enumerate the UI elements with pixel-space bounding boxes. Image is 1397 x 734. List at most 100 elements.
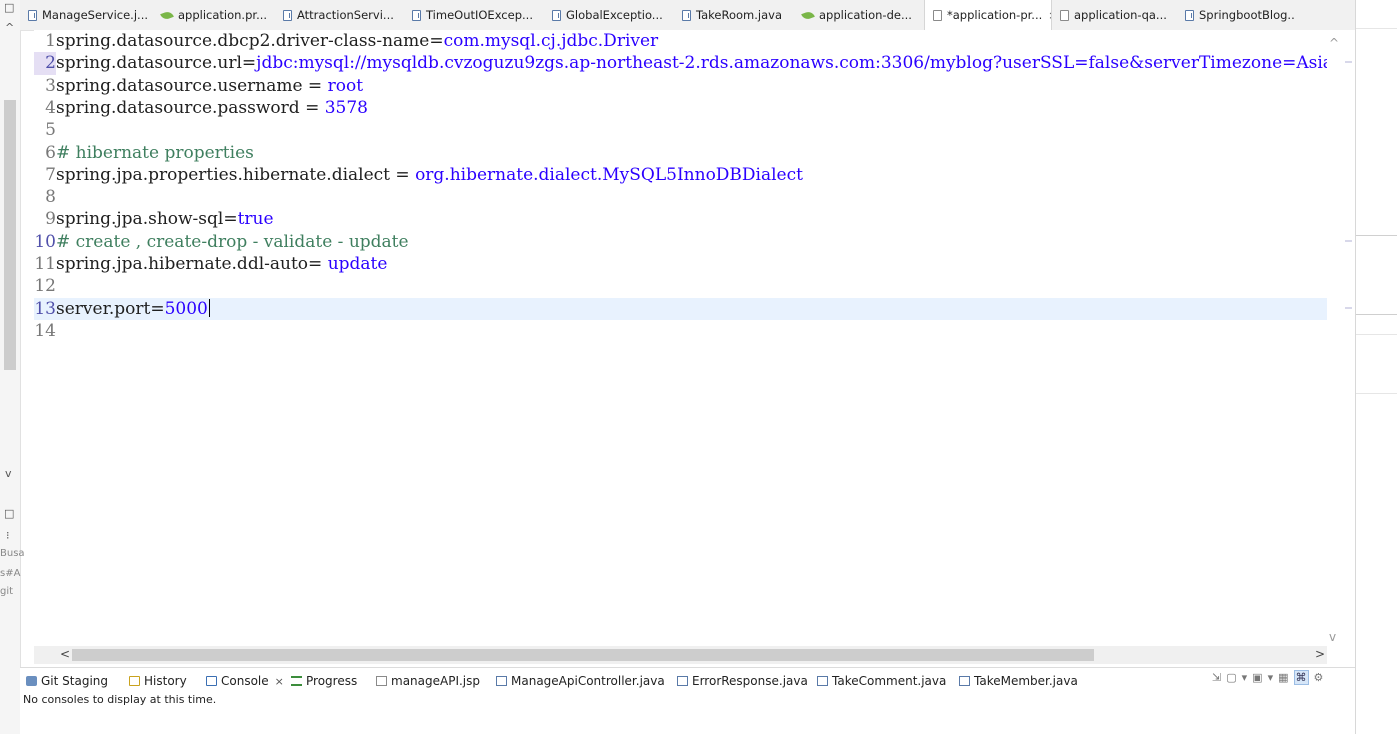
left-view-strip: □ ^ v □ ⁝ Busa s#A git [0,0,25,734]
ruler-marker[interactable] [1345,240,1352,242]
ruler-up-arrow[interactable]: ^ [1329,36,1339,50]
ruler-marker[interactable] [1345,307,1352,309]
scroll-right-arrow[interactable]: > [1315,647,1325,661]
bottom-tab[interactable]: Console × [200,668,285,694]
editor-line[interactable]: 8 [34,186,1327,208]
bottom-tab-label: Git Staging [41,674,109,688]
maximize-view-icon[interactable]: □ [4,2,14,14]
open-console-icon[interactable]: ▣ [1252,671,1262,684]
editor-tab[interactable]: application-qa... [1052,0,1177,30]
editor-line[interactable]: 1 spring.datasource.dbcp2.driver-class-na… [34,30,1327,52]
console-area[interactable] [20,693,1355,734]
bottom-tab[interactable]: TakeMember.java [953,668,1078,694]
bottom-tab-label: Console [221,674,269,688]
property-value: update [327,254,388,274]
property-key: spring.jpa.properties.hibernate.dialect … [56,164,416,185]
java-file-icon [959,676,970,686]
scroll-up-arrow[interactable]: ^ [5,22,14,34]
editor-tab[interactable]: AttractionServi... [275,0,404,30]
editor-line[interactable]: 3 spring.datasource.username = root [34,75,1327,97]
editor-tab-label: application-de... [819,8,912,22]
line-text: # create , create-drop - validate - upda… [56,231,409,253]
ruler-down-arrow[interactable]: v [1329,630,1336,644]
bottom-tab[interactable]: ErrorResponse.java [671,668,811,694]
editor-line[interactable]: 4 spring.datasource.password = 3578 [34,97,1327,119]
editor-line[interactable]: 2 spring.datasource.url=jdbc:mysql://mysq… [34,52,1327,75]
editor-line[interactable]: 11 spring.jpa.hibernate.ddl-auto= update [34,253,1327,275]
settings-gear-icon[interactable]: ⚙ [1314,671,1324,684]
overview-ruler: ^ v [1327,30,1355,646]
property-value: jdbc:mysql://mysqldb.cvzoguzu9zgs.ap-nor… [256,53,1327,74]
bottom-tab[interactable]: manageAPI.jsp [370,668,490,694]
bottom-tab[interactable]: ManageApiController.java [490,668,671,694]
close-tab-icon[interactable]: × [275,675,284,688]
editor-tab[interactable]: SpringbootBlog... [1177,0,1295,30]
line-text: spring.datasource.username = root [56,75,363,97]
left-strip-text-1: Busa [0,548,25,559]
display-console-icon[interactable]: ▢ [1226,671,1236,684]
property-key: spring.jpa.hibernate.ddl-auto= [56,254,328,274]
editor-tab-label: TakeRoom.java [696,8,782,22]
java-file-icon [677,676,688,686]
bottom-tab[interactable]: Git Staging [20,668,123,694]
line-number: 4 [45,97,56,118]
line-text: spring.datasource.url=jdbc:mysql://mysql… [56,52,1327,74]
comment-text: # hibernate properties [56,142,254,163]
dropdown-icon[interactable]: ▾ [1268,671,1274,684]
bottom-tab[interactable]: TakeComment.java [811,668,953,694]
ruler-marker[interactable] [1345,61,1352,63]
pin-console-icon[interactable]: ⇲ [1212,671,1221,684]
editor-tab[interactable]: application.pr... [153,0,275,30]
editor-line[interactable]: 9 spring.jpa.show-sql=true [34,208,1327,230]
editor-tab[interactable]: application-de... [794,0,924,30]
bottom-tab-label: TakeMember.java [974,674,1078,688]
scroll-down-arrow[interactable]: v [5,468,12,480]
editor-line[interactable]: 13 server.port=5000 [34,297,1327,320]
line-text: spring.datasource.dbcp2.driver-class-nam… [56,30,658,52]
dropdown-icon[interactable]: ▾ [1242,671,1248,684]
editor-line[interactable]: 7 spring.jpa.properties.hibernate.dialect… [34,164,1327,186]
right-panel-section-top [1356,28,1397,236]
editor-line[interactable]: 10 # create , create-drop - validate - up… [34,231,1327,253]
new-console-icon[interactable]: ▦ [1278,671,1288,684]
bottom-tab-label: Progress [306,674,358,688]
right-panel-divider [1356,314,1397,315]
git-staging-icon [26,676,37,686]
scroll-left-arrow[interactable]: < [60,647,70,661]
java-file-icon [412,9,421,21]
line-number: 14 [34,320,56,341]
editor-line[interactable]: 14 [34,320,1327,342]
property-key: spring.datasource.url= [56,53,257,74]
property-key: spring.datasource.password = [56,97,325,118]
property-value: com.mysql.cj.jdbc.Driver [443,31,659,51]
editor-line[interactable]: 6 # hibernate properties [34,142,1327,164]
property-key: server.port= [56,298,165,319]
line-number: 7 [45,164,56,185]
bottom-tab[interactable]: History [123,668,200,694]
left-scrollbar-thumb[interactable] [4,100,16,370]
editor-tab[interactable]: *application-pr...× [924,0,1052,30]
editor-tab-label: AttractionServi... [297,8,394,22]
line-number: 9 [45,209,56,230]
line-number: 6 [45,142,56,163]
editor-tab[interactable]: TakeRoom.java [674,0,794,30]
editor-tab[interactable]: TimeOutIOExcep... [404,0,544,30]
java-file-icon [552,9,561,21]
properties-editor[interactable]: 1 spring.datasource.dbcp2.driver-class-na… [34,30,1327,646]
editor-line[interactable]: 12 [34,275,1327,297]
editor-tab[interactable]: GlobalExceptio... [544,0,674,30]
line-number: 11 [34,254,56,274]
comment-text: # create , create-drop - validate - upda… [56,231,409,252]
left-strip-text-3: git [0,586,14,597]
editor-line[interactable]: 5 [34,119,1327,141]
history-icon [129,676,140,686]
editor-tab-label: TimeOutIOExcep... [426,8,533,22]
bottom-tab[interactable]: Progress [285,668,370,694]
editor-tab[interactable]: ManageService.j... [20,0,153,30]
java-file-icon [682,9,691,21]
java-file-icon [817,676,828,686]
link-icon[interactable]: ⌘ [1293,670,1309,685]
restore-view-icon[interactable]: □ [4,508,14,520]
horizontal-scrollbar-thumb[interactable] [72,649,1094,661]
editor-tab-label: application-qa... [1074,8,1167,22]
